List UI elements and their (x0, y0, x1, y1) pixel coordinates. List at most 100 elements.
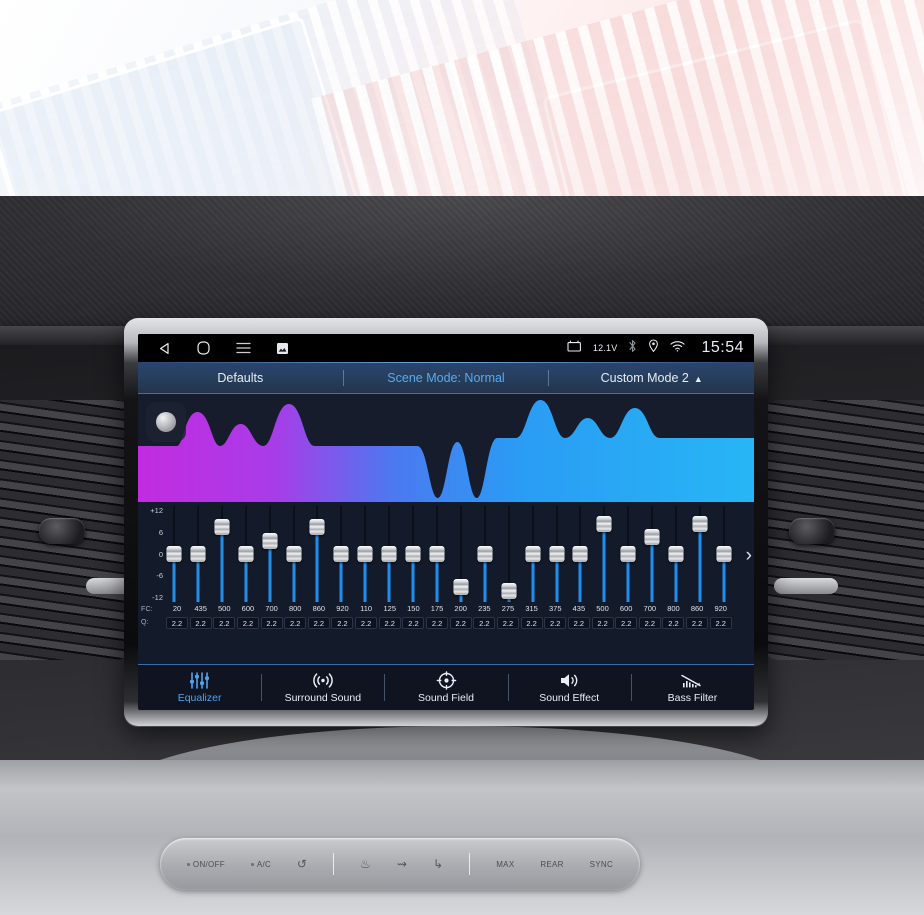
q-value[interactable]: 2.2 (378, 617, 401, 629)
slider-knob[interactable] (692, 516, 708, 532)
q-value[interactable]: 2.2 (544, 617, 567, 629)
climate-button-ac[interactable]: A/C (250, 860, 271, 869)
eq-slider-800[interactable] (286, 506, 302, 602)
slider-knob[interactable] (716, 546, 732, 562)
q-value[interactable]: 2.2 (260, 617, 283, 629)
q-value[interactable]: 2.2 (402, 617, 425, 629)
slider-knob[interactable] (381, 546, 397, 562)
slider-knob[interactable] (596, 516, 612, 532)
eq-slider-200[interactable] (453, 506, 469, 602)
slider-knob[interactable] (620, 546, 636, 562)
q-value[interactable]: 2.2 (331, 617, 354, 629)
eq-slider-800[interactable] (668, 506, 684, 602)
climate-button-sync[interactable]: SYNC (590, 860, 613, 869)
slider-knob[interactable] (453, 579, 469, 596)
climate-button-windshield-defrost[interactable]: ♨ (360, 858, 371, 870)
q-value[interactable]: 2.2 (166, 617, 188, 629)
eq-slider-175[interactable] (429, 506, 445, 602)
slider-knob[interactable] (286, 546, 302, 562)
eq-slider-375[interactable] (549, 506, 565, 602)
eq-slider-315[interactable] (525, 506, 541, 602)
q-value[interactable]: 2.2 (638, 617, 661, 629)
slider-knob[interactable] (357, 546, 373, 562)
q-value[interactable]: 2.2 (449, 617, 472, 629)
slider-knob[interactable] (214, 519, 230, 536)
slider-knob[interactable] (644, 529, 660, 546)
eq-slider-150[interactable] (405, 506, 421, 602)
eq-slider-235[interactable] (477, 506, 493, 602)
chevron-right-icon[interactable]: › (746, 546, 752, 565)
waveform-power-button[interactable] (146, 402, 186, 442)
q-value[interactable]: 2.2 (284, 617, 307, 629)
tab-sound-effect[interactable]: Sound Effect (507, 665, 631, 710)
climate-button-max[interactable]: MAX (496, 860, 514, 869)
back-icon[interactable] (158, 342, 171, 355)
eq-slider-20[interactable] (166, 506, 182, 602)
slider-knob[interactable] (549, 546, 564, 562)
slider-knob[interactable] (429, 546, 445, 562)
q-value[interactable]: 2.2 (426, 617, 449, 629)
tab-sound-field[interactable]: Sound Field (384, 665, 507, 710)
climate-button-rear[interactable]: REAR (540, 860, 563, 869)
q-value[interactable]: 2.2 (615, 617, 638, 629)
eq-slider-110[interactable] (357, 506, 373, 602)
home-icon[interactable] (197, 341, 210, 355)
climate-button-recirculate[interactable]: ↺ (297, 858, 307, 870)
slider-knob[interactable] (190, 546, 206, 562)
q-value[interactable]: 2.2 (520, 617, 543, 629)
touchscreen[interactable]: 12.1V 15:54 Defaults Scene Mode: Normal … (138, 334, 754, 710)
eq-slider-860[interactable] (692, 506, 708, 602)
slider-knob[interactable] (477, 546, 493, 562)
eq-slider-435[interactable] (572, 506, 588, 602)
climate-button-face-vent[interactable]: ⇝ (397, 858, 407, 870)
eq-slider-920[interactable] (716, 506, 732, 602)
climate-button-onoff[interactable]: ON/OFF (186, 860, 225, 869)
q-value[interactable]: 2.2 (591, 617, 614, 629)
q-value[interactable]: 2.2 (236, 617, 259, 629)
eq-slider-500[interactable] (596, 506, 612, 602)
eq-slider-435[interactable] (190, 506, 206, 602)
tab-surround-sound[interactable]: Surround Sound (261, 665, 384, 710)
eq-slider-600[interactable] (620, 506, 636, 602)
eq-slider-125[interactable] (381, 506, 397, 602)
tab-equalizer[interactable]: Equalizer (138, 665, 261, 710)
slider-knob[interactable] (238, 546, 254, 562)
climate-button-floor-vent[interactable]: ↳ (433, 858, 443, 870)
eq-slider-920[interactable] (333, 506, 349, 602)
q-value[interactable]: 2.2 (213, 617, 236, 629)
slider-knob[interactable] (668, 546, 684, 562)
q-value[interactable]: 2.2 (686, 617, 709, 629)
q-value[interactable]: 2.2 (307, 617, 330, 629)
eq-slider-700[interactable] (262, 506, 278, 602)
q-value[interactable]: 2.2 (473, 617, 496, 629)
q-value[interactable]: 2.2 (662, 617, 685, 629)
eq-slider-600[interactable] (238, 506, 254, 602)
custom-mode-button[interactable]: Custom Mode 2 ▲ (549, 371, 754, 385)
slider-knob[interactable] (166, 546, 182, 562)
eq-slider-275[interactable] (501, 506, 517, 602)
q-value[interactable]: 2.2 (355, 617, 378, 629)
q-value[interactable]: 2.2 (189, 617, 212, 629)
q-value[interactable]: 2.2 (709, 617, 732, 629)
slider-knob[interactable] (572, 546, 588, 562)
eq-slider-500[interactable] (214, 506, 230, 602)
q-value[interactable]: 2.2 (496, 617, 519, 629)
slider-knob[interactable] (262, 532, 278, 549)
slider-knob[interactable] (405, 546, 421, 562)
tab-bass-filter[interactable]: Bass Filter (630, 665, 754, 710)
slider-knob[interactable] (309, 519, 325, 536)
slider-knob[interactable] (525, 546, 541, 562)
screenshot-icon[interactable] (277, 342, 288, 354)
slider-knob[interactable] (501, 582, 517, 599)
defaults-button[interactable]: Defaults (138, 371, 343, 385)
battery-voltage: 12.1V (592, 343, 618, 353)
head-unit-bezel: 12.1V 15:54 Defaults Scene Mode: Normal … (124, 318, 768, 726)
menu-icon[interactable] (236, 342, 251, 354)
eq-slider-700[interactable] (644, 506, 660, 602)
air-vent-right (764, 400, 924, 660)
eq-slider-group[interactable] (166, 506, 732, 602)
scene-mode-button[interactable]: Scene Mode: Normal (344, 371, 549, 385)
slider-knob[interactable] (333, 546, 349, 562)
q-value[interactable]: 2.2 (567, 617, 590, 629)
eq-slider-860[interactable] (309, 506, 325, 602)
